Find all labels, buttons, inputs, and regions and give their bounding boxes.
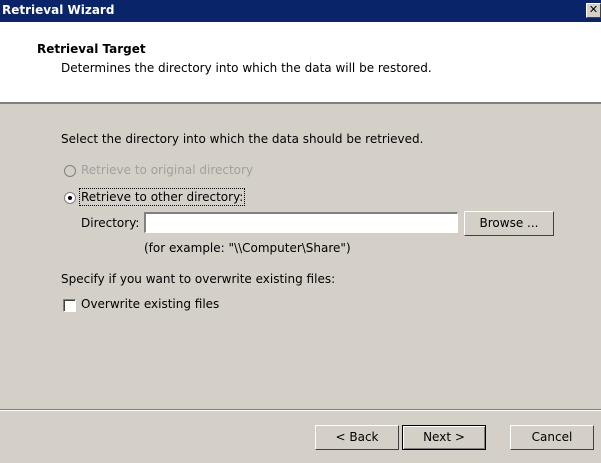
radio-other-directory[interactable] xyxy=(64,192,76,204)
directory-input[interactable] xyxy=(144,212,458,233)
radio-other-label[interactable]: Retrieve to other directory: xyxy=(78,188,246,206)
window-title: Retrieval Wizard xyxy=(2,3,115,17)
radio-selected-dot xyxy=(68,196,72,200)
wizard-body xyxy=(0,104,601,409)
close-button[interactable]: ✕ xyxy=(586,3,601,18)
radio-original-directory[interactable] xyxy=(64,165,76,177)
page-subtitle: Determines the directory into which the … xyxy=(61,61,432,75)
overwrite-checkbox-label[interactable]: Overwrite existing files xyxy=(81,297,219,311)
back-button[interactable]: < Back xyxy=(315,425,399,450)
directory-label: Directory: xyxy=(81,216,140,230)
directory-example-text: (for example: "\\Computer\Share") xyxy=(144,241,351,255)
radio-original-label: Retrieve to original directory xyxy=(81,163,254,177)
page-title: Retrieval Target xyxy=(37,42,146,56)
close-icon: ✕ xyxy=(588,3,599,16)
cancel-button[interactable]: Cancel xyxy=(510,425,594,450)
overwrite-checkbox[interactable] xyxy=(63,299,76,312)
overwrite-prompt: Specify if you want to overwrite existin… xyxy=(61,272,336,286)
browse-button[interactable]: Browse ... xyxy=(464,211,554,236)
next-button[interactable]: Next > xyxy=(402,425,486,450)
instruction-text: Select the directory into which the data… xyxy=(61,132,424,146)
title-bar: Retrieval Wizard ✕ xyxy=(0,0,601,22)
